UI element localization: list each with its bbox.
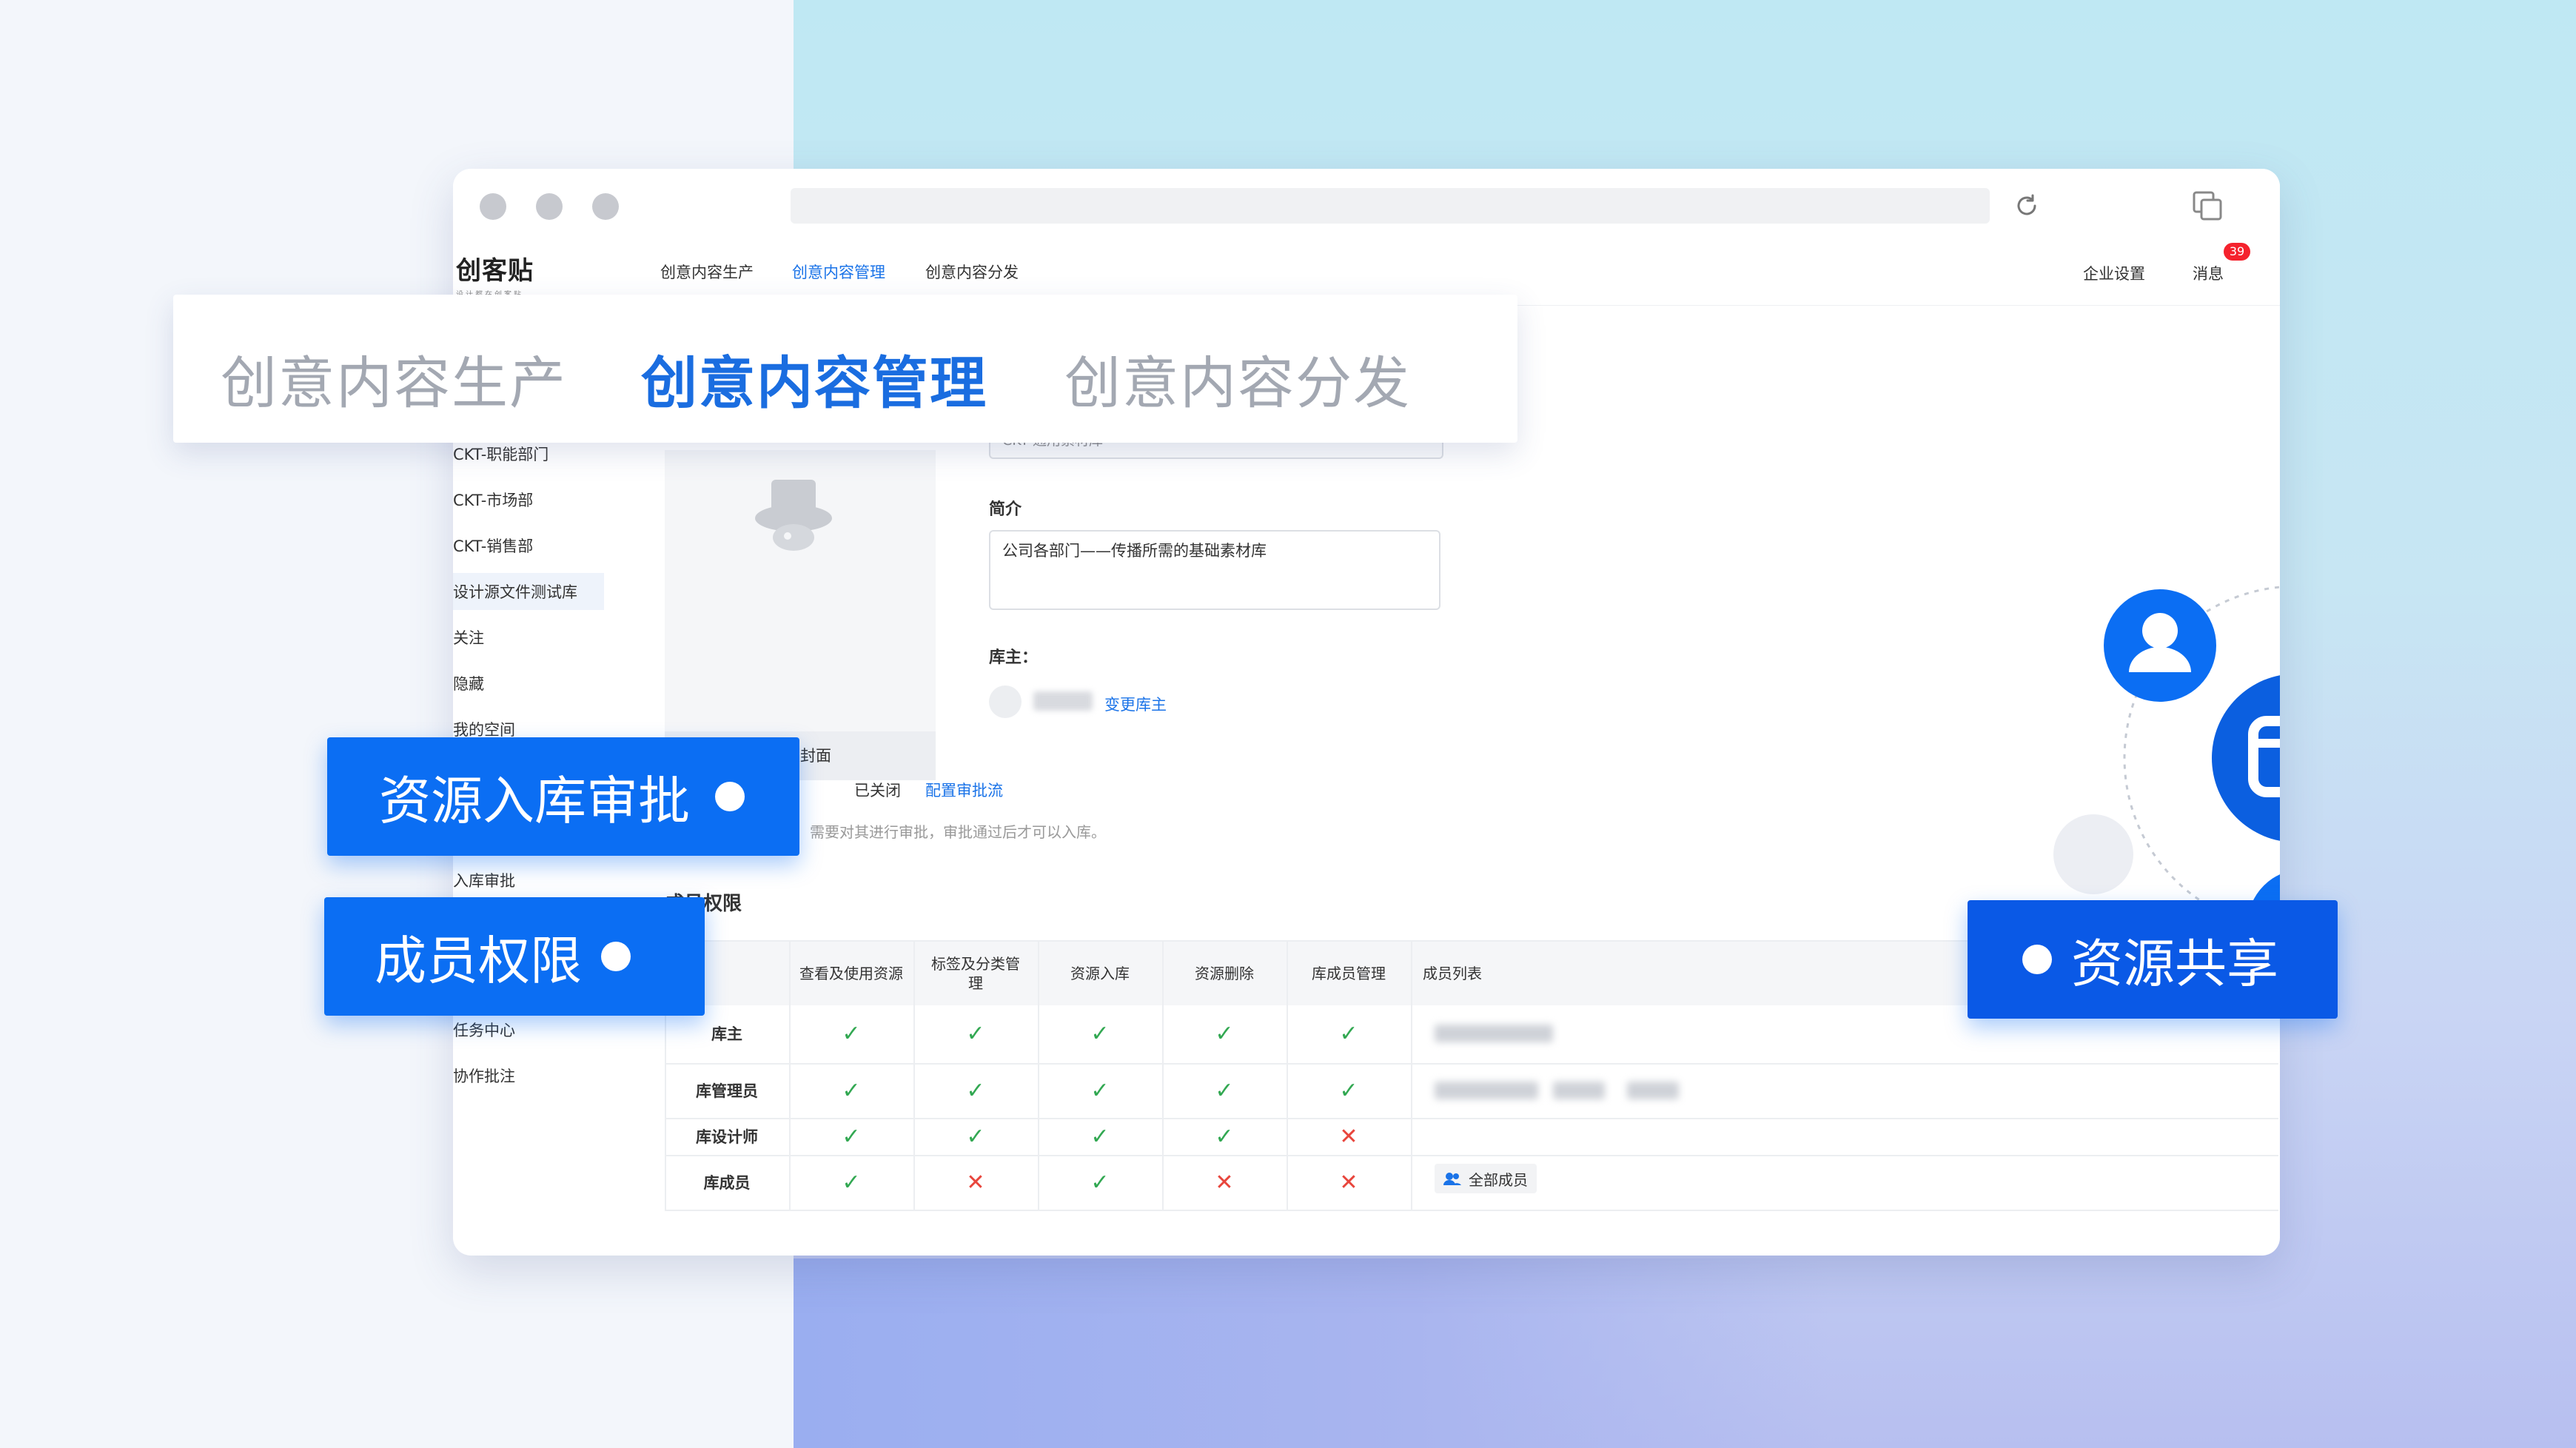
member-name-blurred (1627, 1082, 1679, 1099)
address-bar[interactable] (791, 188, 1990, 224)
check-icon: ✓ (842, 1077, 861, 1104)
nav-link-management[interactable]: 创意内容管理 (792, 261, 885, 283)
intro-label: 简介 (989, 500, 1022, 519)
sidebar-item-task-center[interactable]: 任务中心 (453, 1019, 515, 1041)
check-icon: ✓ (1215, 1020, 1234, 1047)
sidebar-item-sales[interactable]: CKT-销售部 (453, 534, 533, 557)
table-row: 库设计师 ✓ ✓ ✓ ✓ ✕ (665, 1118, 2278, 1156)
feature-label-approval-text: 资源入库审批 (379, 770, 690, 831)
copy-window-icon[interactable] (2191, 190, 2225, 224)
sidebar-item-marketing[interactable]: CKT-市场部 (453, 489, 533, 511)
check-icon: ✓ (1339, 1077, 1358, 1104)
check-icon: ✓ (842, 1169, 861, 1196)
member-name-blurred (1553, 1082, 1605, 1099)
user-avatar-icon (2104, 589, 2216, 702)
sidebar-item-approval[interactable]: 入库审批 (453, 869, 515, 891)
config-approval-link[interactable]: 配置审批流 (925, 779, 1003, 801)
check-icon: ✓ (966, 1077, 985, 1104)
placeholder-hat-icon (755, 480, 832, 551)
cross-icon: ✕ (1215, 1169, 1234, 1196)
group-icon (1443, 1173, 1461, 1185)
check-icon: ✓ (966, 1123, 985, 1150)
titlebar (453, 169, 2280, 246)
messages-link[interactable]: 消息 (2193, 262, 2224, 284)
feature-label-sharing-text: 资源共享 (2071, 933, 2278, 994)
background-gradient-bottom (794, 1258, 1830, 1448)
bullet-dot-icon (2022, 945, 2052, 974)
change-owner-link[interactable]: 变更库主 (1104, 693, 1167, 715)
feature-label-member-perms-text: 成员权限 (375, 930, 582, 991)
th-tag-manage: 标签及分类管理 (931, 955, 1020, 992)
window-dot-2[interactable] (536, 193, 563, 220)
sidebar-item-hidden[interactable]: 隐藏 (453, 672, 484, 694)
cross-icon: ✕ (1339, 1169, 1358, 1196)
feature-label-approval: 资源入库审批 (327, 737, 799, 856)
member-name-blurred (1435, 1025, 1553, 1042)
owner-avatar (989, 686, 1022, 718)
window-dot-3[interactable] (592, 193, 619, 220)
owner-label: 库主： (989, 648, 1039, 667)
cross-icon: ✕ (966, 1169, 985, 1196)
check-icon: ✓ (1215, 1123, 1234, 1150)
overlay-tab-management[interactable]: 创意内容管理 (641, 338, 987, 419)
check-icon: ✓ (1090, 1123, 1110, 1150)
approval-toggle-state: 已关闭 (854, 782, 901, 800)
overlay-tab-distribution[interactable]: 创意内容分发 (1064, 338, 1411, 419)
owner-name-blurred (1033, 691, 1093, 711)
table-row: 库成员 ✓ ✕ ✓ ✕ ✕ 全部成员 (665, 1155, 2278, 1211)
feature-label-member-perms: 成员权限 (324, 897, 705, 1016)
messages-badge: 39 (2224, 243, 2250, 261)
role-label: 库成员 (703, 1174, 751, 1192)
intro-textarea[interactable]: 公司各部门——传播所需的基础素材库 (989, 530, 1440, 610)
cross-icon: ✕ (1339, 1123, 1358, 1150)
sidebar-item-follow[interactable]: 关注 (453, 626, 484, 648)
reload-icon[interactable] (2012, 191, 2042, 221)
feature-label-sharing: 资源共享 (1968, 900, 2338, 1019)
th-member-manage: 库成员管理 (1312, 965, 1386, 982)
th-view-use: 查看及使用资源 (799, 965, 903, 982)
bullet-dot-icon (601, 942, 631, 971)
approval-hint: 需要对其进行审批，审批通过后才可以入库。 (810, 823, 1106, 841)
sidebar-item-design-library[interactable]: 设计源文件测试库 (453, 573, 604, 610)
check-icon: ✓ (1215, 1077, 1234, 1104)
check-icon: ✓ (1339, 1020, 1358, 1047)
member-name-blurred (1435, 1082, 1538, 1099)
enterprise-settings-link[interactable]: 企业设置 (2083, 262, 2145, 284)
sidebar-item-functional-dept[interactable]: CKT-职能部门 (453, 443, 549, 465)
role-label: 库管理员 (696, 1082, 758, 1100)
table-row: 库管理员 ✓ ✓ ✓ ✓ ✓ (665, 1063, 2278, 1119)
all-members-chip[interactable]: 全部成员 (1435, 1164, 1537, 1193)
check-icon: ✓ (966, 1020, 985, 1047)
overlay-tab-production[interactable]: 创意内容生产 (221, 338, 567, 419)
check-icon: ✓ (1090, 1077, 1110, 1104)
bullet-dot-icon (715, 782, 745, 811)
th-member-list: 成员列表 (1423, 965, 1482, 982)
app-logo[interactable]: 创客贴 设计都在创客贴 (456, 250, 534, 299)
window-dot-1[interactable] (480, 193, 506, 220)
role-label: 库设计师 (696, 1128, 758, 1146)
check-icon: ✓ (1090, 1020, 1110, 1047)
logo-text: 创客贴 (456, 256, 534, 286)
check-icon: ✓ (1090, 1169, 1110, 1196)
nav-link-distribution[interactable]: 创意内容分发 (925, 261, 1019, 283)
th-ingest: 资源入库 (1070, 965, 1130, 982)
check-icon: ✓ (842, 1123, 861, 1150)
all-members-label: 全部成员 (1469, 1170, 1528, 1189)
sidebar-item-annotation[interactable]: 协作批注 (453, 1065, 515, 1087)
check-icon: ✓ (842, 1020, 861, 1047)
overlay-tabs-card: 创意内容生产 创意内容管理 创意内容分发 (173, 295, 1517, 443)
nav-link-production[interactable]: 创意内容生产 (660, 261, 754, 283)
th-delete: 资源删除 (1195, 965, 1254, 982)
